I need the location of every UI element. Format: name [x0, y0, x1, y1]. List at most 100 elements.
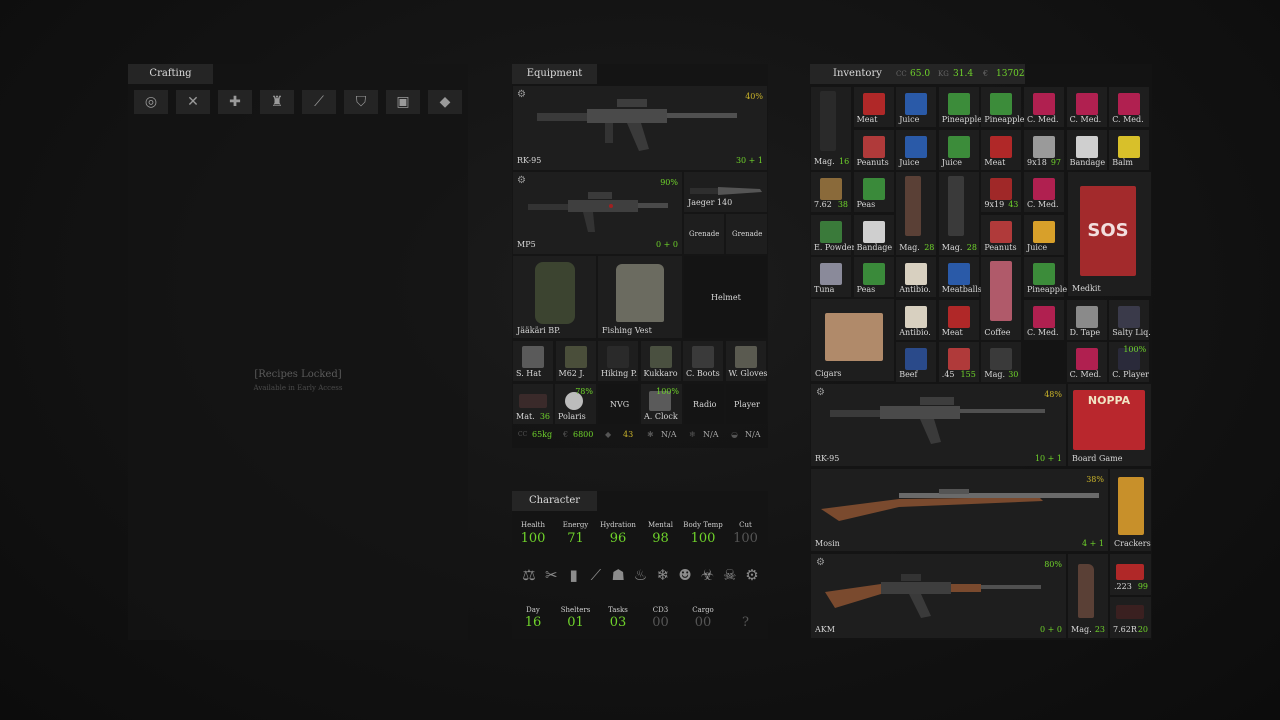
craft-tab-chip[interactable]: ▣ [386, 90, 420, 114]
item-image [947, 93, 970, 115]
mat-slot[interactable]: Mat. 36 [513, 384, 553, 424]
coffee-name: Coffee [984, 327, 1011, 337]
clothing-slot-3[interactable]: Kukkaro [640, 341, 681, 381]
inventory-slot[interactable]: 9x19 43 [981, 172, 1022, 212]
clothing-slot-1[interactable]: M62 J. [555, 341, 596, 381]
knife-slot[interactable]: Jaeger 140 [684, 172, 767, 212]
inventory-slot[interactable]: Beef [896, 342, 937, 382]
item-image [947, 263, 970, 285]
inventory-rk95[interactable]: ⚙ RK-95 48% 10 + 1 [811, 384, 1066, 466]
inventory-slot[interactable]: Peanuts [853, 129, 894, 170]
player-slot[interactable]: Player [726, 384, 767, 424]
inventory-slot[interactable]: Peas [853, 172, 894, 212]
gear-icon[interactable]: ⚙ [816, 387, 825, 398]
mosin-ammo: 4 + 1 [1082, 539, 1104, 548]
inventory-slot[interactable]: Antibio. [896, 257, 937, 297]
inventory-slot[interactable]: Antibio. [896, 299, 937, 340]
inventory-ammo-762r[interactable]: 7.62R 20 [1110, 597, 1151, 638]
knife-name: Jaeger 140 [688, 198, 733, 207]
money-icon: € [983, 69, 989, 78]
inventory-slot[interactable]: Tuna [811, 257, 851, 297]
craft-tab-rifle[interactable]: ⟋ [302, 90, 336, 114]
craft-tab-shield[interactable]: ⛉ [344, 90, 378, 114]
inventory-slot[interactable]: Bandage [853, 214, 894, 255]
grenade-slot-1[interactable]: Grenade [684, 214, 724, 254]
inventory-akm-mag[interactable]: Mag. 23 [1068, 554, 1108, 638]
nvg-slot[interactable]: NVG [598, 384, 639, 424]
inventory-slot[interactable]: Meat [981, 129, 1022, 170]
inventory-slot[interactable]: Mag. 30 [981, 342, 1022, 382]
clothing-slot-2[interactable]: Hiking P. [598, 341, 638, 381]
inventory-ammo-223[interactable]: .223 99 [1110, 554, 1151, 595]
counter-label: Tasks [608, 606, 628, 614]
grenade-slot-2[interactable]: Grenade [726, 214, 767, 254]
clothing-slot-4[interactable]: C. Boots [683, 341, 723, 381]
inventory-slot[interactable]: Meat [938, 299, 979, 340]
inventory-mosin[interactable]: Mosin 38% 4 + 1 [811, 469, 1108, 551]
inventory-slot[interactable]: Salty Liq. [1109, 299, 1151, 340]
item-name: Tuna [814, 285, 835, 294]
inventory-slot[interactable]: Bandage [1066, 129, 1107, 170]
item-name: C. Med. [1069, 370, 1102, 379]
craft-tab-medical-cross[interactable]: ✚ [218, 90, 252, 114]
inventory-slot[interactable]: C. Player 100% [1109, 342, 1150, 382]
backpack-slot[interactable]: Jääkäri BP. [513, 256, 596, 338]
secondary-weapon-slot[interactable]: ⚙ MP5 90% 0 + 0 [513, 172, 682, 254]
vest-slot[interactable]: Fishing Vest [598, 256, 682, 338]
clothing-slot-5[interactable]: W. Gloves [725, 341, 768, 381]
item-name: 7.62 [814, 200, 832, 209]
kg-label: KG [938, 70, 949, 78]
radio-slot[interactable]: Radio [684, 384, 724, 424]
inventory-slot[interactable]: Peanuts [981, 214, 1022, 255]
inventory-slot[interactable]: C. Med. [1024, 299, 1064, 340]
inventory-slot[interactable]: Pineapple [981, 87, 1025, 127]
inventory-slot[interactable]: C. Med. [1109, 87, 1150, 127]
item-count: 43 [1008, 200, 1019, 209]
inventory-board-game[interactable]: NOPPA Board Game [1068, 384, 1151, 466]
inventory-slot[interactable]: C. Med. [1024, 87, 1064, 127]
mag-name: Mag. [899, 242, 920, 252]
craft-tab-crossed-tools[interactable]: ✕ [176, 90, 210, 114]
inventory-slot[interactable]: Pineapple [1024, 257, 1067, 297]
item-name: Peanuts [984, 242, 1017, 252]
primary-weapon-slot[interactable]: ⚙ RK-95 40% 30 + 1 [513, 86, 767, 170]
inventory-akm[interactable]: ⚙ AKM 80% 0 + 0 [811, 554, 1066, 638]
inventory-slot[interactable]: 9x18 97 [1024, 129, 1064, 170]
item-image [905, 135, 928, 158]
inventory-slot[interactable]: Peas [853, 257, 894, 297]
inventory-slot[interactable]: Meat [853, 87, 894, 127]
clothing-slot-0[interactable]: S. Hat [513, 341, 553, 381]
item-image [1075, 305, 1098, 328]
inventory-slot[interactable]: Juice [896, 87, 937, 127]
item-name: Peas [856, 285, 876, 294]
craft-tab-eye-slash[interactable]: ◎ [134, 90, 168, 114]
gear-icon[interactable]: ⚙ [517, 89, 526, 100]
inventory-slot[interactable]: .45 155 [938, 342, 979, 382]
inventory-slot[interactable]: Juice [896, 129, 937, 170]
crackers-image [1118, 477, 1144, 535]
inventory-medkit[interactable]: SOS Medkit [1068, 172, 1151, 296]
polaris-slot[interactable]: 78% Polaris [555, 384, 596, 424]
inventory-slot[interactable]: 7.62 38 [811, 172, 851, 212]
inventory-slot[interactable]: Pineapple [938, 87, 982, 127]
inventory-slot[interactable]: Balm [1109, 129, 1150, 170]
item-name: Antibio. [899, 285, 931, 294]
inventory-slot[interactable]: D. Tape [1066, 299, 1107, 340]
inventory-slot[interactable]: Juice [1024, 214, 1064, 255]
inventory-slot[interactable]: Juice [938, 129, 979, 170]
inventory-crackers[interactable]: Crackers [1110, 469, 1151, 551]
inventory-slot[interactable]: C. Med. [1066, 342, 1107, 382]
helmet-slot[interactable]: Helmet [684, 256, 767, 338]
item-image [862, 263, 885, 285]
inventory-slot[interactable]: C. Med. [1024, 172, 1064, 212]
weight-icon: ⚖ [522, 566, 536, 584]
inventory-slot[interactable]: E. Powder [811, 214, 855, 255]
item-name: Salty Liq. [1112, 327, 1151, 337]
inventory-slot[interactable]: C. Med. [1066, 87, 1107, 127]
inventory-slot[interactable]: Meatballs [938, 257, 982, 297]
inventory-cigars[interactable]: Cigars [811, 299, 894, 381]
ammo-box-image [1116, 605, 1144, 619]
craft-tab-jacket[interactable]: ♜ [260, 90, 294, 114]
alarm-clock-slot[interactable]: 100% A. Clock [641, 384, 682, 424]
craft-tab-box[interactable]: ◆ [428, 90, 462, 114]
